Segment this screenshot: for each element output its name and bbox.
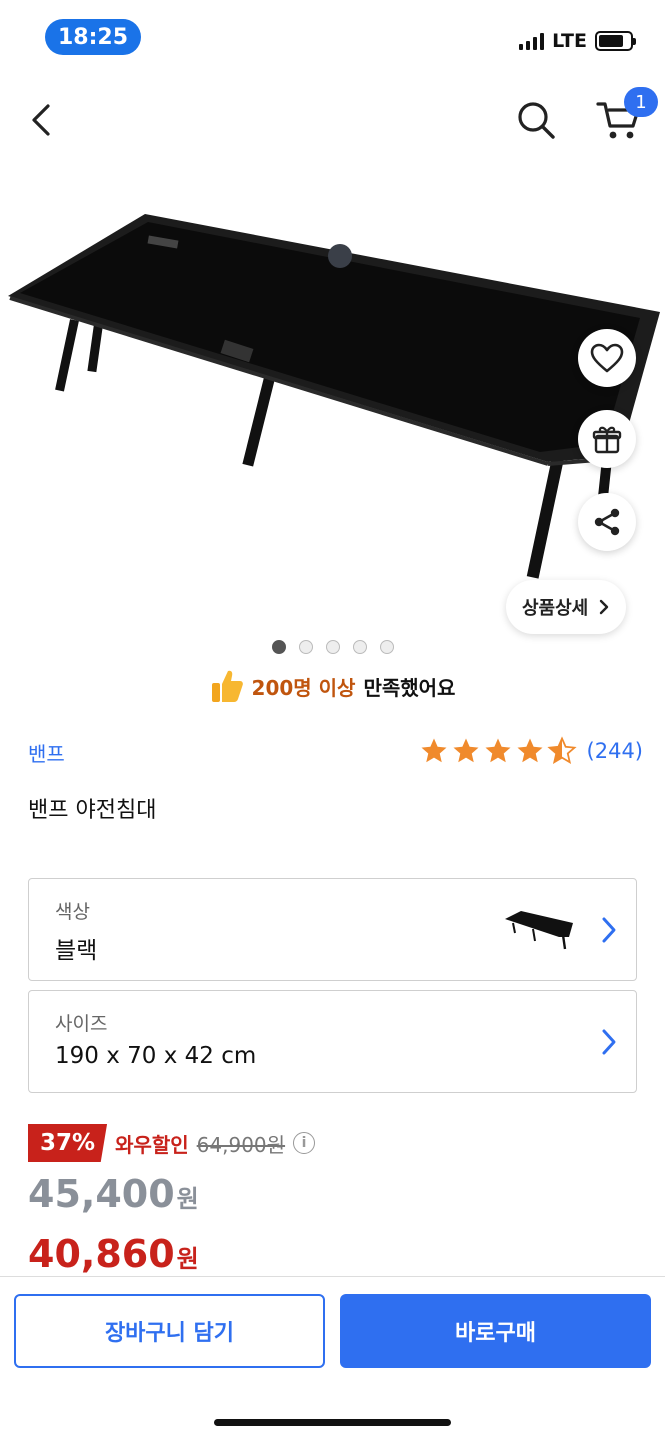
satisfaction-text: 만족했어요 xyxy=(363,675,456,700)
star-icon xyxy=(517,738,543,763)
half-star-icon xyxy=(546,736,577,765)
gift-icon xyxy=(592,426,622,454)
status-bar: 18:25 LTE xyxy=(0,0,665,80)
pagination-dot[interactable] xyxy=(352,640,367,654)
brand-link[interactable]: 밴프 xyxy=(28,738,65,767)
signal-icon xyxy=(519,32,545,50)
chevron-right-icon xyxy=(602,1029,616,1055)
star-icon xyxy=(453,738,479,763)
original-price: 64,900원 xyxy=(196,1132,286,1157)
review-count: (244) xyxy=(586,739,643,763)
heart-icon xyxy=(590,343,624,373)
wow-price-value: 40,860 xyxy=(28,1232,175,1276)
product-detail-label: 상품상세 xyxy=(522,598,589,619)
size-option-selector[interactable]: 사이즈 190 x 70 x 42 cm xyxy=(28,990,637,1093)
search-button[interactable] xyxy=(514,98,558,142)
product-image[interactable] xyxy=(0,200,665,600)
option-label: 색상 xyxy=(55,901,90,923)
gift-button[interactable] xyxy=(578,410,636,468)
status-indicators: LTE xyxy=(519,30,636,52)
color-option-selector[interactable]: 색상 블랙 xyxy=(28,878,637,981)
info-icon[interactable]: i xyxy=(293,1132,316,1154)
satisfaction-banner: 200명 이상 만족했어요 xyxy=(0,668,665,704)
sale-price-value: 45,400 xyxy=(28,1172,175,1216)
wow-discount-label: 와우할인 xyxy=(115,1132,189,1157)
satisfaction-count: 200명 이상 xyxy=(251,675,356,700)
add-to-cart-button[interactable]: 장바구니 담기 xyxy=(14,1294,325,1368)
currency-label: 원 xyxy=(176,1185,199,1213)
share-icon xyxy=(594,508,620,536)
bottom-action-bar: 장바구니 담기 바로구매 xyxy=(0,1276,665,1440)
wow-price: 40,860 원 xyxy=(28,1232,199,1276)
chevron-right-icon xyxy=(600,599,609,615)
chevron-right-icon xyxy=(602,917,616,943)
option-label: 사이즈 xyxy=(55,1013,108,1035)
product-title: 밴프 야전침대 xyxy=(28,798,157,823)
network-label: LTE xyxy=(552,30,587,52)
pagination-dot[interactable] xyxy=(298,640,313,654)
discount-row: 37% 와우할인 64,900원 i xyxy=(28,1124,316,1162)
status-time: 18:25 xyxy=(45,19,141,55)
home-indicator[interactable] xyxy=(214,1419,451,1426)
battery-icon xyxy=(595,31,636,51)
option-thumbnail xyxy=(505,911,573,950)
image-pagination xyxy=(0,640,665,654)
product-detail-button[interactable]: 상품상세 xyxy=(506,580,627,634)
share-button[interactable] xyxy=(578,493,636,551)
top-nav xyxy=(0,80,665,160)
buy-now-button[interactable]: 바로구매 xyxy=(340,1294,651,1368)
rating[interactable]: (244) xyxy=(419,736,643,766)
option-value: 190 x 70 x 42 cm xyxy=(55,1043,257,1069)
star-icon xyxy=(421,738,447,763)
star-icon xyxy=(485,738,511,763)
option-value: 블랙 xyxy=(55,938,98,964)
cart-count-badge: 1 xyxy=(624,87,658,117)
search-icon xyxy=(518,102,555,139)
currency-label: 원 xyxy=(176,1245,199,1273)
pagination-dot[interactable] xyxy=(271,640,286,654)
thumbs-up-icon xyxy=(211,670,243,702)
pagination-dot[interactable] xyxy=(379,640,394,654)
sale-price: 45,400 원 xyxy=(28,1172,199,1216)
discount-badge: 37% xyxy=(28,1124,108,1162)
pagination-dot[interactable] xyxy=(325,640,340,654)
chevron-left-icon xyxy=(32,104,50,136)
camping-cot-image xyxy=(8,214,660,579)
back-button[interactable] xyxy=(26,98,66,142)
wishlist-button[interactable] xyxy=(578,329,636,387)
